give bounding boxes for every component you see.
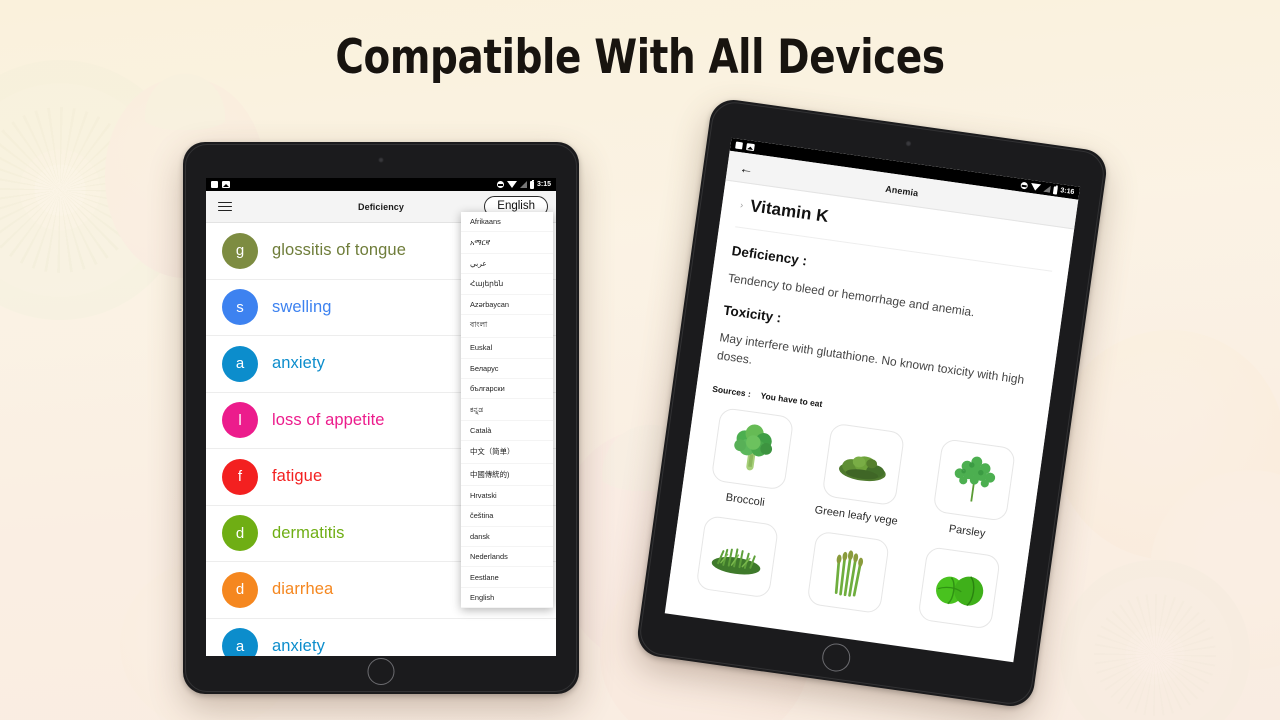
- list-item-label: anxiety: [272, 636, 325, 655]
- language-menu-item[interactable]: dansk: [461, 527, 553, 547]
- status-bar: 3:15: [206, 178, 556, 191]
- vitamin-title: Vitamin K: [748, 196, 830, 227]
- right-tablet-device: 3:16 ← Anemia › Vitamin K Deficiency : T…: [634, 96, 1110, 710]
- list-item-label: diarrhea: [272, 580, 334, 599]
- right-tablet-screen: 3:16 ← Anemia › Vitamin K Deficiency : T…: [664, 137, 1081, 663]
- food-source-label: Green leafy vege: [813, 504, 899, 528]
- front-camera-icon: [378, 157, 384, 163]
- chives-icon: [695, 515, 780, 599]
- wifi-icon: [1030, 183, 1042, 192]
- list-item-label: dermatitis: [272, 523, 345, 542]
- leafy-greens-icon: [821, 422, 906, 507]
- food-sources-grid[interactable]: Broccoli Green leafy vege Parsley: [685, 406, 1027, 632]
- language-menu-item[interactable]: Հայերեն: [461, 274, 553, 295]
- screenshot-icon: [222, 181, 230, 188]
- battery-icon: [529, 179, 534, 189]
- screenshot-icon: [745, 143, 755, 152]
- status-bar-time: 3:16: [1059, 187, 1075, 197]
- notification-square-icon: [211, 181, 218, 188]
- language-menu-item[interactable]: Euskal: [461, 338, 553, 359]
- front-camera-icon: [905, 140, 912, 147]
- chevron-right-icon: ›: [739, 199, 744, 211]
- back-arrow-icon[interactable]: ←: [738, 159, 754, 177]
- battery-icon: [1052, 185, 1058, 195]
- home-button[interactable]: [367, 658, 395, 685]
- food-source-card[interactable]: [685, 514, 790, 601]
- page-title: Compatible With All Devices: [335, 30, 945, 85]
- do-not-disturb-icon: [496, 181, 504, 188]
- brussels-sprouts-icon: [917, 546, 1001, 630]
- language-menu-item[interactable]: 中國傳統的): [461, 464, 553, 486]
- list-item-label: swelling: [272, 297, 332, 316]
- language-menu-item[interactable]: বাংলা: [461, 315, 553, 339]
- avatar: d: [222, 515, 258, 552]
- food-source-label: Broccoli: [724, 491, 766, 510]
- list-item-label: loss of appetite: [272, 410, 385, 429]
- left-tablet-screen: 3:15 Deficiency English g glossitis of to…: [206, 178, 556, 656]
- signal-icon: [1043, 185, 1051, 193]
- hamburger-menu-icon[interactable]: [218, 201, 232, 212]
- status-bar-time: 3:15: [536, 181, 551, 188]
- language-menu-item[interactable]: български: [461, 379, 553, 400]
- language-menu-item[interactable]: 中文（简单）: [461, 441, 553, 464]
- signal-icon: [519, 181, 527, 188]
- language-menu-item[interactable]: Eestlane: [461, 567, 553, 588]
- food-source-label: Parsley: [948, 523, 987, 541]
- food-source-card[interactable]: Broccoli: [697, 406, 805, 513]
- avatar: a: [222, 345, 258, 382]
- language-menu-item[interactable]: Hrvatski: [461, 486, 553, 507]
- food-source-card[interactable]: Parsley: [919, 437, 1027, 544]
- avatar: s: [222, 289, 258, 326]
- asparagus-icon: [806, 530, 890, 615]
- language-dropdown-menu[interactable]: Afrikaans አማርኛ عربي Հայերեն Azərbaycan বাংলা E…: [461, 212, 553, 609]
- home-button[interactable]: [820, 641, 853, 674]
- language-menu-item[interactable]: Nederlands: [461, 547, 553, 568]
- food-source-card[interactable]: [795, 529, 900, 616]
- language-menu-item[interactable]: Azərbaycan: [461, 295, 553, 315]
- broccoli-icon: [710, 407, 795, 491]
- food-source-card[interactable]: [906, 545, 1011, 632]
- notification-square-icon: [735, 141, 743, 150]
- language-menu-item[interactable]: አማርኛ: [461, 232, 553, 254]
- list-item-label: anxiety: [272, 354, 325, 373]
- language-menu-item[interactable]: ಕನ್ನಡ: [461, 399, 553, 421]
- wifi-icon: [506, 181, 517, 188]
- avatar: l: [222, 402, 258, 439]
- avatar: d: [222, 571, 258, 608]
- vitamin-detail-panel: › Vitamin K Deficiency : Tendency to ble…: [668, 180, 1075, 634]
- list-item-label: fatigue: [272, 467, 323, 486]
- language-menu-item[interactable]: Беларус: [461, 359, 553, 379]
- language-menu-item[interactable]: čeština: [461, 506, 553, 527]
- do-not-disturb-icon: [1020, 181, 1029, 190]
- sources-label: Sources :: [711, 383, 752, 400]
- list-item-label: glossitis of tongue: [272, 241, 406, 260]
- food-source-card[interactable]: Green leafy vege: [808, 421, 916, 528]
- language-menu-item[interactable]: Català: [461, 421, 553, 442]
- avatar: f: [222, 458, 258, 495]
- avatar: g: [222, 232, 258, 269]
- language-menu-item[interactable]: English: [461, 588, 553, 609]
- avatar: a: [222, 628, 258, 656]
- left-tablet-device: 3:15 Deficiency English g glossitis of to…: [183, 142, 579, 694]
- language-menu-item[interactable]: عربي: [461, 254, 553, 275]
- list-item[interactable]: a anxiety: [206, 619, 556, 656]
- sources-subtitle: You have to eat: [759, 390, 823, 410]
- parsley-icon: [932, 438, 1017, 522]
- language-menu-item[interactable]: Afrikaans: [461, 212, 553, 233]
